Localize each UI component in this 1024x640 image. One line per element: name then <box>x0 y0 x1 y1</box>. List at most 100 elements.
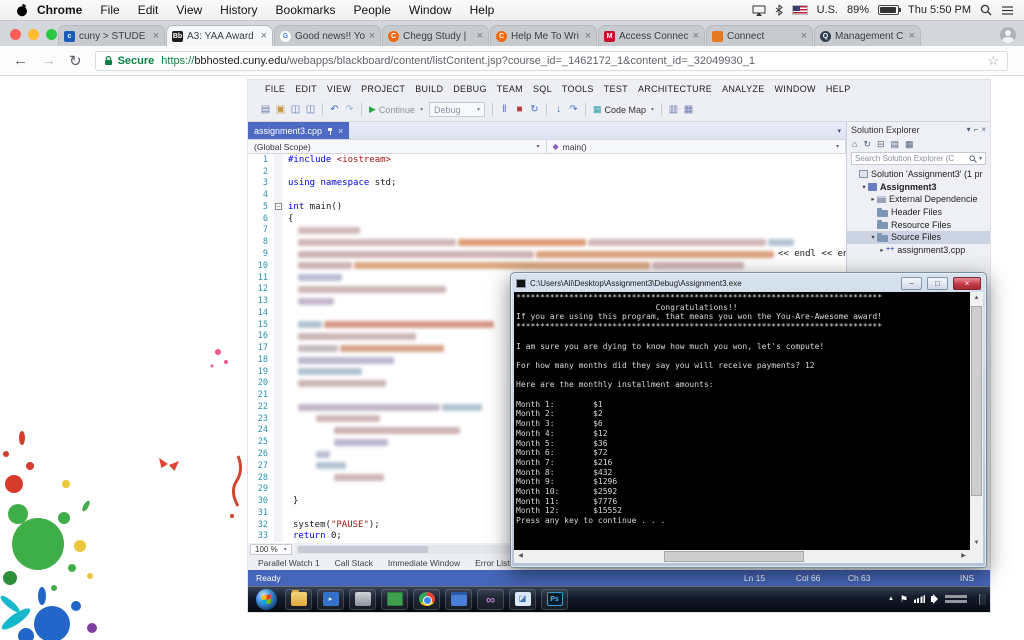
vs-menu-architecture[interactable]: ARCHITECTURE <box>633 84 717 94</box>
tab-close-icon[interactable]: × <box>369 30 375 42</box>
volume-icon[interactable] <box>931 594 938 604</box>
mac-menu-file[interactable]: File <box>100 3 119 17</box>
vs-menu-project[interactable]: PROJECT <box>356 84 410 94</box>
mac-menu-bookmarks[interactable]: Bookmarks <box>276 3 336 17</box>
vs-menu-team[interactable]: TEAM <box>492 84 528 94</box>
code-map-button[interactable]: ▦ Code Map ▾ <box>593 104 654 115</box>
spreadsheet-app-taskbar-icon[interactable] <box>381 588 408 610</box>
browser-tab-good-news-yo[interactable]: G Good news!! Yo × <box>274 25 381 46</box>
vs-menu-window[interactable]: WINDOW <box>770 84 821 94</box>
expanded-arrow-icon[interactable]: ▾ <box>869 233 877 241</box>
photo-viewer-taskbar-icon[interactable]: ◪ <box>509 588 536 610</box>
home-icon[interactable]: ⌂ <box>852 139 857 149</box>
notification-center-icon[interactable] <box>1001 5 1014 16</box>
vs-menu-debug[interactable]: DEBUG <box>448 84 492 94</box>
document-tab-assignment3[interactable]: assignment3.cpp × <box>248 122 350 139</box>
console-titlebar[interactable]: C:\Users\Ali\Desktop\Assignment3\Debug\A… <box>514 275 983 292</box>
mac-menu-view[interactable]: View <box>176 3 202 17</box>
panel-tab-error-list[interactable]: Error List <box>475 558 509 568</box>
scrollbar-thumb[interactable] <box>297 546 428 553</box>
stop-debug-icon[interactable]: ■ <box>512 104 527 115</box>
close-icon[interactable]: × <box>981 125 986 134</box>
member-dropdown[interactable]: ◆ main() ▾ <box>547 140 846 153</box>
window-close-button[interactable] <box>10 29 21 40</box>
hidden-icons-arrow[interactable]: ▲ <box>888 596 894 602</box>
undo-icon[interactable]: ↶ <box>327 104 342 115</box>
document-list-chevron-icon[interactable]: ▾ <box>837 127 846 135</box>
tree-item-source-files[interactable]: ▾ Source Files <box>847 230 990 244</box>
panel-tab-call-stack[interactable]: Call Stack <box>335 558 373 568</box>
media-player-taskbar-icon[interactable]: ▸ <box>317 588 344 610</box>
tree-item-external-dependencie[interactable]: ▸ External Dependencie <box>847 193 990 206</box>
console-vertical-scrollbar[interactable]: ▲ ▼ <box>970 292 983 550</box>
expanded-arrow-icon[interactable]: ▾ <box>860 183 868 191</box>
bluetooth-icon[interactable] <box>775 4 783 16</box>
browser-tab-help-me-to-wri[interactable]: C Help Me To Wri × <box>490 25 597 46</box>
vs-menu-build[interactable]: BUILD <box>410 84 448 94</box>
windows-explorer-taskbar-icon[interactable] <box>285 588 312 610</box>
vs-menu-test[interactable]: TEST <box>599 84 633 94</box>
save-icon[interactable]: ◫ <box>288 104 303 115</box>
windows-start-button[interactable] <box>256 588 277 610</box>
mac-menu-window[interactable]: Window <box>409 3 452 17</box>
tree-item-solution-assignment3-1-pr[interactable]: Solution 'Assignment3' (1 pr <box>847 168 990 181</box>
vs-menu-view[interactable]: VIEW <box>322 84 356 94</box>
console-minimize-button[interactable]: − <box>901 277 922 290</box>
back-button[interactable]: ← <box>13 52 28 69</box>
taskbar-clock-area[interactable] <box>945 595 967 603</box>
reload-button[interactable]: ↻ <box>69 52 82 70</box>
input-language-flag-icon[interactable] <box>791 5 808 15</box>
tab-close-icon[interactable]: × <box>693 30 699 42</box>
tab-close-icon[interactable]: × <box>585 30 591 42</box>
pin-icon[interactable] <box>327 127 333 135</box>
browser-tab-access-connec[interactable]: M Access Connec × <box>598 25 705 46</box>
zoom-dropdown[interactable]: 100 % ▾ <box>250 544 292 555</box>
tab-close-icon[interactable]: × <box>909 30 915 42</box>
collapsed-arrow-icon[interactable]: ▸ <box>878 246 886 254</box>
properties-icon[interactable]: ▦ <box>905 139 914 150</box>
toolbar-options-icon[interactable]: ▾ <box>967 125 971 134</box>
apple-menu-icon[interactable] <box>16 3 28 17</box>
menubar-clock[interactable]: Thu 5:50 PM <box>908 4 971 16</box>
scrollbar-thumb[interactable] <box>971 306 982 496</box>
forward-button[interactable]: → <box>41 52 56 69</box>
show-all-files-icon[interactable]: ▤ <box>891 139 900 150</box>
tree-item-assignment3-cpp[interactable]: ▸ ++ assignment3.cpp <box>847 244 990 257</box>
browser-tab-cuny-stude[interactable]: c cuny > STUDE × <box>58 25 165 46</box>
show-desktop-button[interactable] <box>979 593 986 605</box>
battery-icon[interactable] <box>878 5 902 15</box>
scope-dropdown[interactable]: (Global Scope) ▾ <box>248 140 547 153</box>
tab-close-icon[interactable]: × <box>477 30 483 42</box>
google-chrome-taskbar-icon[interactable] <box>413 588 440 610</box>
tab-close-icon[interactable]: × <box>261 30 267 42</box>
vs-menu-edit[interactable]: EDIT <box>290 84 322 94</box>
scroll-down-icon[interactable]: ▼ <box>970 537 983 550</box>
debug-target-dropdown[interactable]: Debug ▾ <box>428 102 485 117</box>
address-bar[interactable]: Secure https:// bbhosted.cuny.edu /webap… <box>94 50 1008 71</box>
action-center-flag-icon[interactable]: ⚑ <box>900 594 908 605</box>
toolbox-extra-icon[interactable]: ▦ <box>681 104 696 115</box>
window-zoom-button[interactable] <box>46 29 57 40</box>
redo-icon[interactable]: ↷ <box>342 104 357 115</box>
console-output-area[interactable]: ****************************************… <box>514 292 983 563</box>
solution-explorer-titlebar[interactable]: Solution Explorer ▾ ⌐ × <box>847 122 990 137</box>
console-horizontal-scrollbar[interactable]: ◀ ▶ <box>514 550 970 563</box>
devices-printers-taskbar-icon[interactable] <box>349 588 376 610</box>
break-all-icon[interactable]: ‖ <box>497 104 512 115</box>
mac-menu-help[interactable]: Help <box>470 3 495 17</box>
mac-menu-history[interactable]: History <box>220 3 257 17</box>
panel-tab-immediate-window[interactable]: Immediate Window <box>388 558 460 568</box>
network-icon[interactable] <box>914 595 925 603</box>
code-fold-icon[interactable]: − <box>275 203 282 210</box>
tab-close-icon[interactable]: × <box>801 30 807 42</box>
spotlight-search-icon[interactable] <box>980 4 992 16</box>
mac-menu-edit[interactable]: Edit <box>138 3 159 17</box>
calculator-taskbar-icon[interactable] <box>445 588 472 610</box>
continue-button[interactable]: ▶ Continue ▾ <box>369 104 423 115</box>
browser-tab-chegg-study[interactable]: C Chegg Study | × <box>382 25 489 46</box>
document-close-icon[interactable]: × <box>338 126 343 136</box>
vs-menu-file[interactable]: FILE <box>260 84 290 94</box>
mac-menu-chrome[interactable]: Chrome <box>37 3 82 17</box>
browser-tab-connect[interactable]: Connect × <box>706 25 813 46</box>
collapsed-arrow-icon[interactable]: ▸ <box>869 195 877 203</box>
